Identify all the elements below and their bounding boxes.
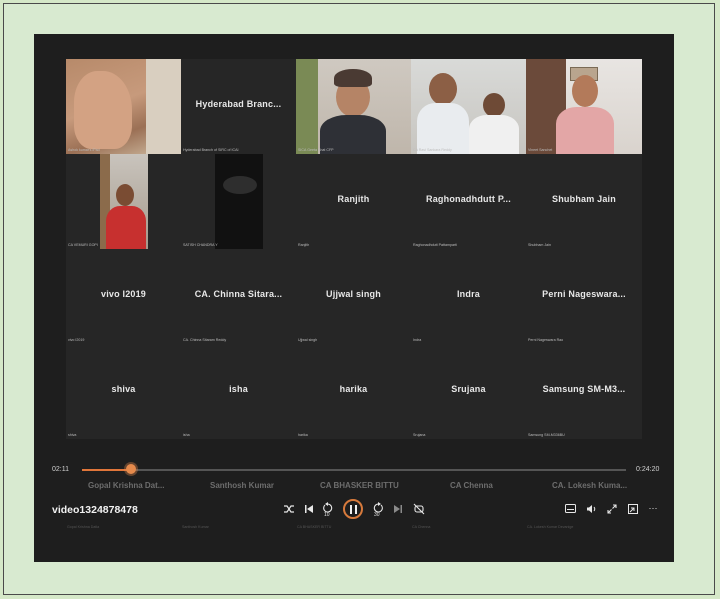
forward-button[interactable]: 30 <box>371 502 385 518</box>
participant-sub-label: Ranjith <box>298 243 310 247</box>
participant-video <box>215 154 263 249</box>
play-pause-button[interactable] <box>343 499 363 519</box>
seek-progress <box>82 469 131 471</box>
video-title: video1324878478 <box>52 504 138 516</box>
subtitles-icon[interactable] <box>564 504 576 516</box>
participant-name: Raghonadhdutt P... <box>426 193 511 204</box>
participant-name: Ujjwal singh <box>326 288 381 299</box>
participant-tile: Indra Indra <box>411 249 526 344</box>
participant-name: shiva <box>111 383 136 394</box>
participant-video <box>66 59 181 154</box>
rewind-label: 10 <box>324 512 330 518</box>
participant-sub-label: Samsung SM-M336BU <box>528 433 565 437</box>
current-time: 02:11 <box>52 466 69 473</box>
skip-previous-icon[interactable] <box>303 504 315 516</box>
participant-tile: Hyderabad Branc... Hyderabad Branch of S… <box>181 59 296 154</box>
participant-sub-label: CA VEMURI GOPI <box>68 243 98 247</box>
shuffle-icon[interactable] <box>282 504 296 516</box>
repeat-off-icon[interactable] <box>412 503 426 516</box>
participant-name: isha <box>229 383 248 394</box>
participant-sub-label: Ujjwal singh <box>298 338 318 342</box>
strip-participant-sub: Santhosh Kumar <box>182 525 209 529</box>
participant-sub-label: SICA Geeta Bhat CFP <box>298 148 334 152</box>
participant-tile: Ranjith Ranjith <box>296 154 411 249</box>
participant-name: Shubham Jain <box>552 193 616 204</box>
participant-tile: Shubham Jain Shubham Jain <box>526 154 642 249</box>
participant-tile: Srujana Srujana <box>411 344 526 439</box>
total-time: 0:24:20 <box>636 466 660 473</box>
participant-sub-label: CA. Chinna Sitaram Reddy <box>183 338 227 342</box>
participant-sub-label: shiva <box>68 433 77 437</box>
participant-grid: Ashok kumar's iPad Hyderabad Branc... Hy… <box>66 59 642 479</box>
strip-participant-sub: Gopal Krishna Datla <box>67 525 100 529</box>
participant-sub-label: CA Ravi Sankara Reddy <box>413 148 452 152</box>
seek-handle[interactable] <box>125 464 136 474</box>
participant-tile: SATISH CHANDRA Y <box>181 154 296 249</box>
participant-name: harika <box>339 383 368 394</box>
participant-tile: CA. Chinna Sitara... CA. Chinna Sitaram … <box>181 249 296 344</box>
participant-sub-label: SATISH CHANDRA Y <box>183 243 218 247</box>
participant-tile: Ashok kumar's iPad <box>66 59 181 154</box>
participant-sub-label: vivo I2019 <box>68 338 85 342</box>
strip-participant-name: Gopal Krishna Dat... <box>88 481 165 490</box>
strip-participant-name: Santhosh Kumar <box>210 481 275 490</box>
participant-sub-label: Indra <box>413 338 422 342</box>
participant-video <box>526 59 642 154</box>
participant-name: Ranjith <box>337 193 370 204</box>
media-player: Ashok kumar's iPad Hyderabad Branc... Hy… <box>34 34 674 562</box>
more-options-button[interactable]: ··· <box>646 503 660 515</box>
participant-tile: SICA Geeta Bhat CFP <box>296 59 411 154</box>
participant-name: Indra <box>456 288 480 299</box>
participant-video <box>100 154 148 249</box>
strip-participant-name: CA. Lokesh Kuma... <box>552 481 628 490</box>
participant-name: Hyderabad Branc... <box>195 98 282 109</box>
fullscreen-icon[interactable] <box>606 504 618 516</box>
strip-participant-sub: CA BHASKER BITTU <box>297 525 332 529</box>
strip-participant-sub: CA. Lokesh Kumar Devanige <box>527 525 574 529</box>
participant-sub-label: Shubham Jain <box>528 243 551 247</box>
participant-name: Samsung SM-M3... <box>542 383 626 394</box>
forward-label: 30 <box>374 512 380 518</box>
participant-sub-label: Hyderabad Branch of SIRC of ICAI <box>183 148 239 152</box>
strip-participant-sub: CA Chenna <box>412 525 431 529</box>
participant-sub-label: Srujana <box>413 433 426 437</box>
participant-sub-label: Raghonadhdutt Pattamparti <box>413 243 457 247</box>
participant-tile: Vineet Sanchet <box>526 59 642 154</box>
mini-player-icon[interactable] <box>627 504 639 516</box>
participant-name: CA. Chinna Sitara... <box>194 288 283 299</box>
skip-next-icon[interactable] <box>392 504 404 516</box>
pause-bar <box>350 505 352 514</box>
participant-tile: Raghonadhdutt P... Raghonadhdutt Pattamp… <box>411 154 526 249</box>
volume-icon[interactable] <box>585 504 597 516</box>
participant-tile: isha isha <box>181 344 296 439</box>
participant-name: Perni Nageswara... <box>542 288 626 299</box>
participant-sub-label: Perni Nageswara Rao <box>528 338 564 342</box>
participant-sub-label: Ashok kumar's iPad <box>68 148 100 152</box>
participant-tile: harika harika <box>296 344 411 439</box>
participant-name: vivo I2019 <box>100 288 147 299</box>
participant-sub-label: harika <box>298 433 308 437</box>
rewind-button[interactable]: 10 <box>321 502 335 518</box>
participant-video <box>411 59 526 154</box>
participant-tile: shiva shiva <box>66 344 181 439</box>
participant-tile: Perni Nageswara... Perni Nageswara Rao <box>526 249 642 344</box>
strip-participant-name: CA BHASKER BITTU <box>320 481 399 490</box>
strip-participant-name: CA Chenna <box>450 481 493 490</box>
pause-bar <box>355 505 357 514</box>
participant-tile: Ujjwal singh Ujjwal singh <box>296 249 411 344</box>
seek-bar[interactable] <box>82 469 626 471</box>
participant-tile: CA VEMURI GOPI <box>66 154 181 249</box>
participant-tile: Samsung SM-M3... Samsung SM-M336BU <box>526 344 642 439</box>
participant-tile: CA Ravi Sankara Reddy <box>411 59 526 154</box>
participant-sub-label: isha <box>183 433 190 437</box>
participant-sub-label: Vineet Sanchet <box>528 148 553 152</box>
participant-name: Srujana <box>451 383 486 394</box>
participant-tile: vivo I2019 vivo I2019 <box>66 249 181 344</box>
participant-video <box>296 59 411 154</box>
